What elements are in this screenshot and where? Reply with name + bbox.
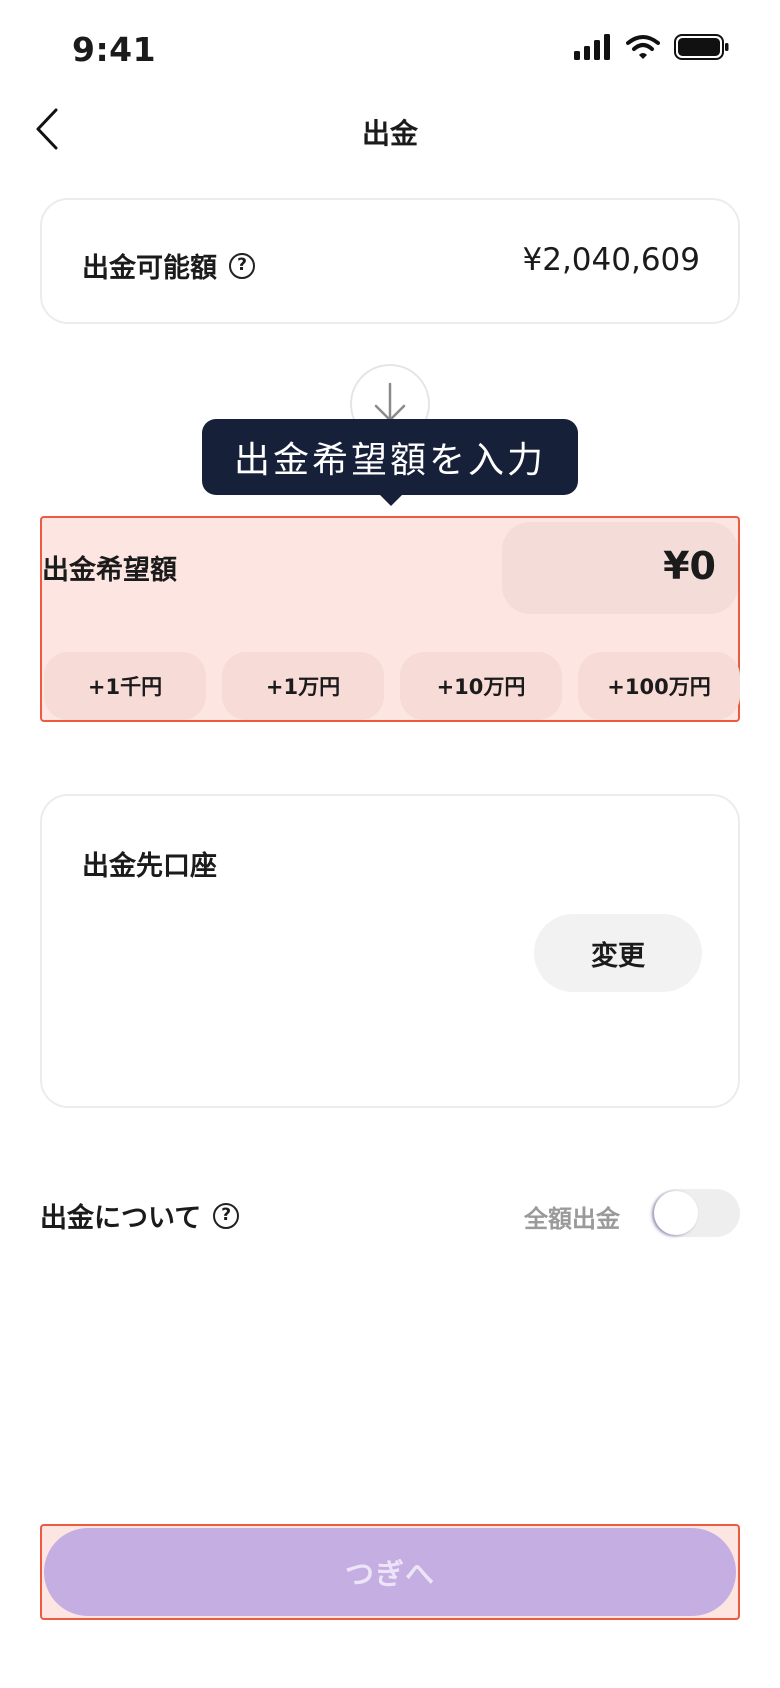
available-balance-value: ¥2,040,609 [522,242,701,278]
status-time: 9:41 [72,30,157,69]
withdraw-amount-section: 出金希望額 ¥0 +1千円 +1万円 +10万円 +100万円 [40,516,740,722]
about-withdrawal-label: 出金について [40,1203,202,1234]
add-100000-yen-button[interactable]: +10万円 [400,652,562,720]
available-balance-label: 出金可能額 [82,253,217,284]
next-button-highlight: つぎへ [40,1524,740,1620]
available-balance-label-row: 出金可能額 ? [82,246,255,285]
battery-icon [674,34,729,60]
page-title: 出金 [361,117,418,150]
add-1000-yen-button[interactable]: +1千円 [44,652,206,720]
withdraw-amount-label: 出金希望額 [42,555,177,586]
about-withdrawal-row[interactable]: 出金について ? [40,1196,240,1235]
available-balance-card: 出金可能額 ? ¥2,040,609 [40,198,740,324]
destination-account-label: 出金先口座 [82,851,217,882]
signal-icon [574,34,610,60]
full-withdraw-label: 全額出金 [524,1205,620,1233]
destination-account-card: 出金先口座 変更 [40,794,740,1108]
withdraw-amount-value: ¥0 [663,544,716,588]
full-withdraw-toggle[interactable] [652,1189,740,1237]
change-account-button[interactable]: 変更 [534,914,702,992]
add-10000-yen-button[interactable]: +1万円 [222,652,384,720]
help-icon[interactable]: ? [229,252,255,279]
next-button[interactable]: つぎへ [44,1528,736,1616]
withdraw-amount-input[interactable]: ¥0 [502,522,738,614]
help-icon[interactable]: ? [213,1202,240,1229]
status-icons [574,34,730,60]
toggle-knob [654,1191,698,1235]
wifi-icon [626,35,660,59]
add-1000000-yen-button[interactable]: +100万円 [578,652,740,720]
tooltip-tail [379,494,403,506]
input-hint-tooltip: 出金希望額を入力 [202,419,578,495]
